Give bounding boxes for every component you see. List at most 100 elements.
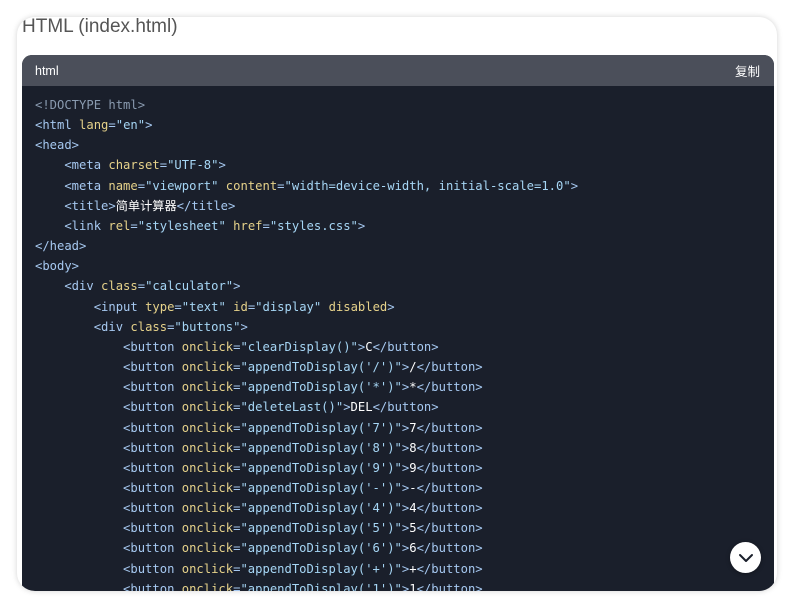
code-token: <div xyxy=(35,279,102,294)
code-token: "appendToDisplay('7')" xyxy=(240,420,402,435)
code-token: <html xyxy=(35,118,80,133)
scroll-down-button[interactable] xyxy=(730,542,761,573)
code-token: "appendToDisplay('8')" xyxy=(240,440,402,455)
code-line: <button onclick="appendToDisplay('9')">9… xyxy=(35,458,774,478)
code-token: > xyxy=(240,319,248,334)
code-line: <button onclick="appendToDisplay('+')">+… xyxy=(35,559,774,579)
code-token: onclick xyxy=(181,460,234,475)
code-token: </button> xyxy=(416,360,483,375)
code-token: "viewport" xyxy=(145,178,219,193)
code-token: onclick xyxy=(181,360,234,375)
code-line: <button onclick="appendToDisplay('4')">4… xyxy=(35,498,774,518)
code-token: </button> xyxy=(372,339,439,354)
code-token: </head> xyxy=(35,239,87,254)
code-token: type xyxy=(145,299,175,314)
code-token: onclick xyxy=(181,420,234,435)
code-token: id xyxy=(233,299,248,314)
code-token: <button xyxy=(35,400,182,415)
code-content: <!DOCTYPE html> <html lang="en"> <head> <m… xyxy=(22,86,774,591)
code-token: 8 xyxy=(409,440,417,455)
code-token: </button> xyxy=(372,400,439,415)
code-token: > xyxy=(218,158,226,173)
code-token: "appendToDisplay('1')" xyxy=(240,581,402,591)
code-token: <button xyxy=(35,501,182,516)
code-token: onclick xyxy=(181,521,234,536)
code-line: <html lang="en"> xyxy=(35,115,774,135)
code-token: > xyxy=(570,178,579,193)
code-card: HTML (index.html) html 复制 <!DOCTYPE html… xyxy=(17,17,777,591)
code-line: <input type="text" id="display" disabled… xyxy=(35,297,774,317)
code-token: onclick xyxy=(181,380,234,395)
code-token: <input xyxy=(35,299,146,314)
code-token: 简单计算器 xyxy=(115,198,177,213)
code-token: <button xyxy=(35,521,182,536)
code-token: disabled xyxy=(328,299,388,314)
code-token: <button xyxy=(35,581,182,591)
code-token: </button> xyxy=(416,561,483,576)
code-token: <button xyxy=(35,420,182,435)
code-token: 9 xyxy=(409,460,417,475)
code-token: onclick xyxy=(181,480,234,495)
code-token: 5 xyxy=(409,521,417,536)
code-token: / xyxy=(409,360,417,375)
code-token: </button> xyxy=(416,380,483,395)
code-token: "text" xyxy=(181,299,226,314)
code-token: "appendToDisplay('4')" xyxy=(240,501,402,516)
code-block: html 复制 <!DOCTYPE html> <html lang="en"> <… xyxy=(22,55,774,591)
code-token: <button xyxy=(35,380,182,395)
code-line: <button onclick="appendToDisplay('8')">8… xyxy=(35,438,774,458)
code-token: = xyxy=(262,218,270,233)
code-token: </button> xyxy=(416,460,483,475)
code-token: onclick xyxy=(181,339,234,354)
code-token: "buttons" xyxy=(174,319,241,334)
code-token: 7 xyxy=(409,420,417,435)
code-line: <button onclick="appendToDisplay('1')">1… xyxy=(35,579,774,591)
code-token: class xyxy=(130,319,168,334)
code-line: <button onclick="deleteLast()">DEL</butt… xyxy=(35,397,774,417)
copy-button[interactable]: 复制 xyxy=(735,61,760,80)
code-token: <button xyxy=(35,541,182,556)
code-token: </button> xyxy=(416,480,483,495)
code-token: <meta xyxy=(35,178,109,193)
code-token: = xyxy=(159,158,168,173)
code-token: <title> xyxy=(35,198,116,213)
code-token: </title> xyxy=(176,198,236,213)
code-token: "appendToDisplay('9')" xyxy=(240,460,402,475)
code-token: "width=device-width, initial-scale=1.0" xyxy=(284,178,571,193)
code-token: onclick xyxy=(181,440,234,455)
code-token: onclick xyxy=(181,561,234,576)
code-token: DEL xyxy=(350,400,373,415)
code-token: <button xyxy=(35,440,182,455)
code-token: "styles.css" xyxy=(269,218,358,233)
code-line: <head> xyxy=(35,135,774,155)
code-token: </button> xyxy=(416,420,483,435)
code-line: </head> xyxy=(35,236,774,256)
code-token: > xyxy=(145,118,153,133)
code-token: <head> xyxy=(35,138,80,153)
code-token: "appendToDisplay('*')" xyxy=(240,380,402,395)
code-token: = xyxy=(137,178,146,193)
code-token: "en" xyxy=(115,118,146,133)
code-line: <button onclick="clearDisplay()">C</butt… xyxy=(35,337,774,357)
code-line: <meta name="viewport" content="width=dev… xyxy=(35,176,774,196)
code-token: <button xyxy=(35,480,182,495)
code-token: = xyxy=(277,178,285,193)
code-header: html 复制 xyxy=(22,55,774,86)
code-token: <button xyxy=(35,339,182,354)
code-token: </button> xyxy=(416,440,483,455)
code-language-label: html xyxy=(35,63,59,78)
code-token: "deleteLast()" xyxy=(240,400,344,415)
code-line: <button onclick="appendToDisplay('7')">7… xyxy=(35,418,774,438)
code-token: class xyxy=(101,279,138,294)
code-token: onclick xyxy=(181,581,234,591)
code-token: </button> xyxy=(416,581,483,591)
code-token: 6 xyxy=(409,541,417,556)
code-token: "UTF-8" xyxy=(167,158,219,173)
section-title: HTML (index.html) xyxy=(22,17,178,37)
code-token: href xyxy=(233,218,263,233)
code-token: C xyxy=(365,339,373,354)
code-token: <button xyxy=(35,561,182,576)
chevron-down-icon xyxy=(738,553,753,562)
